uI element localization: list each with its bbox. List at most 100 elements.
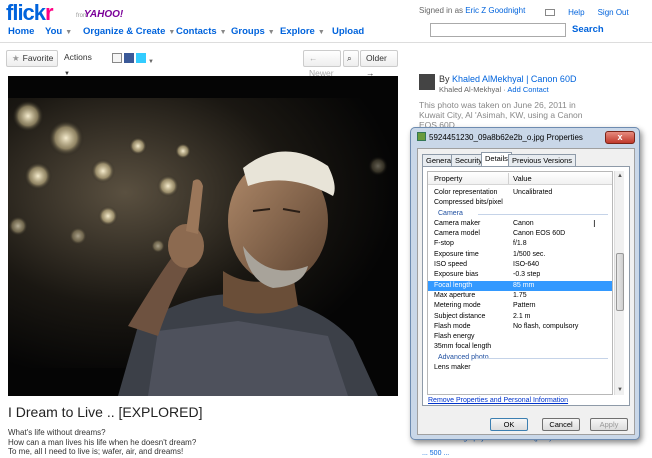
dialog-title: 5924451230_09a8b62e2b_o.jpg Properties xyxy=(417,132,583,142)
property-row[interactable]: F-stop f/1.8 xyxy=(428,239,612,249)
property-row[interactable]: Focal length 85 mm xyxy=(428,280,612,291)
properties-dialog: 5924451230_09a8b62e2b_o.jpg Properties x… xyxy=(410,127,640,440)
nav-organize[interactable]: Organize & Create ▼ xyxy=(83,26,175,37)
zoom-icon[interactable]: ⌕ xyxy=(343,50,359,67)
property-row[interactable]: Flash energy xyxy=(428,332,612,342)
signed-in-text: Signed in as Eric Z Goodnight xyxy=(419,6,526,15)
nav-home[interactable]: Home xyxy=(8,26,34,37)
property-group-header[interactable]: Advanced photo xyxy=(428,353,612,363)
help-link[interactable]: Help xyxy=(568,8,584,17)
scroll-up-icon: ▲ xyxy=(617,173,623,179)
property-row[interactable]: ISO speed ISO-640 xyxy=(428,260,612,270)
property-name: 35mm focal length xyxy=(434,343,492,351)
facebook-icon[interactable] xyxy=(124,53,134,63)
tab-previous-versions[interactable]: Previous Versions xyxy=(508,154,577,166)
star-icon: ★ xyxy=(12,53,20,63)
property-row[interactable]: Color representation Uncalibrated xyxy=(428,188,612,198)
search-button[interactable]: Search xyxy=(572,24,604,35)
twitter-icon[interactable] xyxy=(136,53,146,63)
scroll-thumb[interactable] xyxy=(616,253,624,311)
property-row[interactable]: Max aperture 1.75 xyxy=(428,291,612,301)
chevron-down-icon: ▼ xyxy=(267,29,275,36)
property-value: ISO-640 xyxy=(513,261,540,269)
property-row[interactable]: Lens maker xyxy=(428,363,612,373)
mail-icon[interactable] xyxy=(545,9,555,16)
property-row[interactable]: Camera maker Canon xyxy=(428,219,612,229)
cancel-button[interactable]: Cancel xyxy=(542,418,580,431)
group-link[interactable]: ... 500 ... xyxy=(422,450,449,457)
flickr-logo[interactable]: flickr xyxy=(6,2,54,24)
nav-groups[interactable]: Groups ▼ xyxy=(231,26,275,37)
column-value[interactable]: Value xyxy=(513,174,532,183)
property-name: Exposure bias xyxy=(434,271,479,279)
main-photo[interactable] xyxy=(8,76,398,396)
share-icons: ▼ xyxy=(112,53,156,69)
property-row[interactable]: Metering mode Pattern xyxy=(428,301,612,311)
description-line: To me, all I need to live is; wafer, air… xyxy=(8,447,184,456)
property-value: 85 mm xyxy=(513,281,535,289)
property-value: -0.3 step xyxy=(513,271,541,279)
group-divider xyxy=(478,357,608,359)
photo-description: What's life without dreams? How can a ma… xyxy=(8,428,196,457)
list-header: Property Value xyxy=(428,172,612,185)
older-button[interactable]: Older → xyxy=(360,50,398,78)
close-button[interactable]: x xyxy=(605,131,635,144)
property-row[interactable]: Exposure bias -0.3 step xyxy=(428,270,612,280)
property-name: Lens maker xyxy=(434,364,471,372)
property-name: Max aperture xyxy=(434,291,476,299)
property-name: Color representation xyxy=(434,189,498,196)
property-name: Flash mode xyxy=(434,322,471,330)
sign-out-link[interactable]: Sign Out xyxy=(598,8,629,17)
property-value: f/1.8 xyxy=(513,240,527,248)
owner-subname: Khaled Al-Mekhyal xyxy=(439,85,502,94)
property-name: F-stop xyxy=(434,240,454,248)
chevron-down-icon: ▼ xyxy=(65,29,73,36)
property-row[interactable]: 35mm focal length xyxy=(428,342,612,352)
chevron-down-icon: ▼ xyxy=(148,59,154,65)
property-row[interactable]: Exposure time 1/500 sec. xyxy=(428,250,612,260)
search-input[interactable] xyxy=(430,23,566,37)
chevron-down-icon: ▼ xyxy=(317,29,325,36)
remove-properties-link[interactable]: Remove Properties and Personal Informati… xyxy=(428,397,568,404)
property-value: Canon xyxy=(513,219,534,227)
chevron-down-icon: ▼ xyxy=(168,29,176,36)
nav-you[interactable]: You ▼ xyxy=(45,26,72,37)
property-value: Uncalibrated xyxy=(513,189,553,196)
dialog-body: General Security Details Previous Versio… xyxy=(417,148,635,435)
image-file-icon xyxy=(417,132,426,141)
property-name: Exposure time xyxy=(434,250,479,258)
photo-image xyxy=(8,76,398,396)
vertical-scrollbar[interactable]: ▲ ▼ xyxy=(614,171,624,395)
property-row[interactable]: Subject distance 2.1 m xyxy=(428,312,612,322)
nav-explore[interactable]: Explore ▼ xyxy=(280,26,325,37)
property-name: Camera model xyxy=(434,230,480,238)
description-line: How can a man lives his life when he doe… xyxy=(8,437,197,447)
avatar[interactable] xyxy=(419,74,435,90)
property-row[interactable]: Camera model Canon EOS 60D xyxy=(428,229,612,239)
favorite-button[interactable]: ★ Favorite xyxy=(6,50,58,67)
newer-button[interactable]: ← Newer xyxy=(303,50,341,78)
property-rows: Color representation Uncalibrated Compress… xyxy=(428,188,612,373)
property-value: 1.75 xyxy=(513,291,527,299)
properties-list[interactable]: Property Value Color representation Uncal… xyxy=(427,171,613,395)
property-name: Metering mode xyxy=(434,302,481,310)
property-row[interactable]: Compressed bits/pixel xyxy=(428,198,612,208)
apply-button[interactable]: Apply xyxy=(590,418,628,431)
property-name: Subject distance xyxy=(434,312,486,320)
photo-taken-info: This photo was taken on June 26, 2011 in… xyxy=(419,100,583,130)
actions-menu[interactable]: Actions ▼ xyxy=(59,50,105,77)
top-bar: flickr from YAHOO! Signed in as Eric Z G… xyxy=(0,0,652,24)
property-value: Pattern xyxy=(513,302,536,310)
username-link[interactable]: Eric Z Goodnight xyxy=(465,6,525,15)
nav-upload[interactable]: Upload xyxy=(332,26,364,37)
property-row[interactable]: Flash mode No flash, compulsory xyxy=(428,322,612,332)
property-name: Camera xyxy=(438,209,463,217)
add-contact-link[interactable]: Add Contact xyxy=(507,85,548,94)
owner-name-link[interactable]: Khaled AlMekhyal | Canon 60D xyxy=(452,74,576,84)
column-property[interactable]: Property xyxy=(434,174,462,183)
photo-action-bar: ★ Favorite Actions ▼ ▼ xyxy=(6,50,156,77)
nav-contacts[interactable]: Contacts ▼ xyxy=(176,26,227,37)
email-share-icon[interactable] xyxy=(112,53,122,63)
property-group-header[interactable]: Camera xyxy=(428,209,612,219)
ok-button[interactable]: OK xyxy=(490,418,528,431)
